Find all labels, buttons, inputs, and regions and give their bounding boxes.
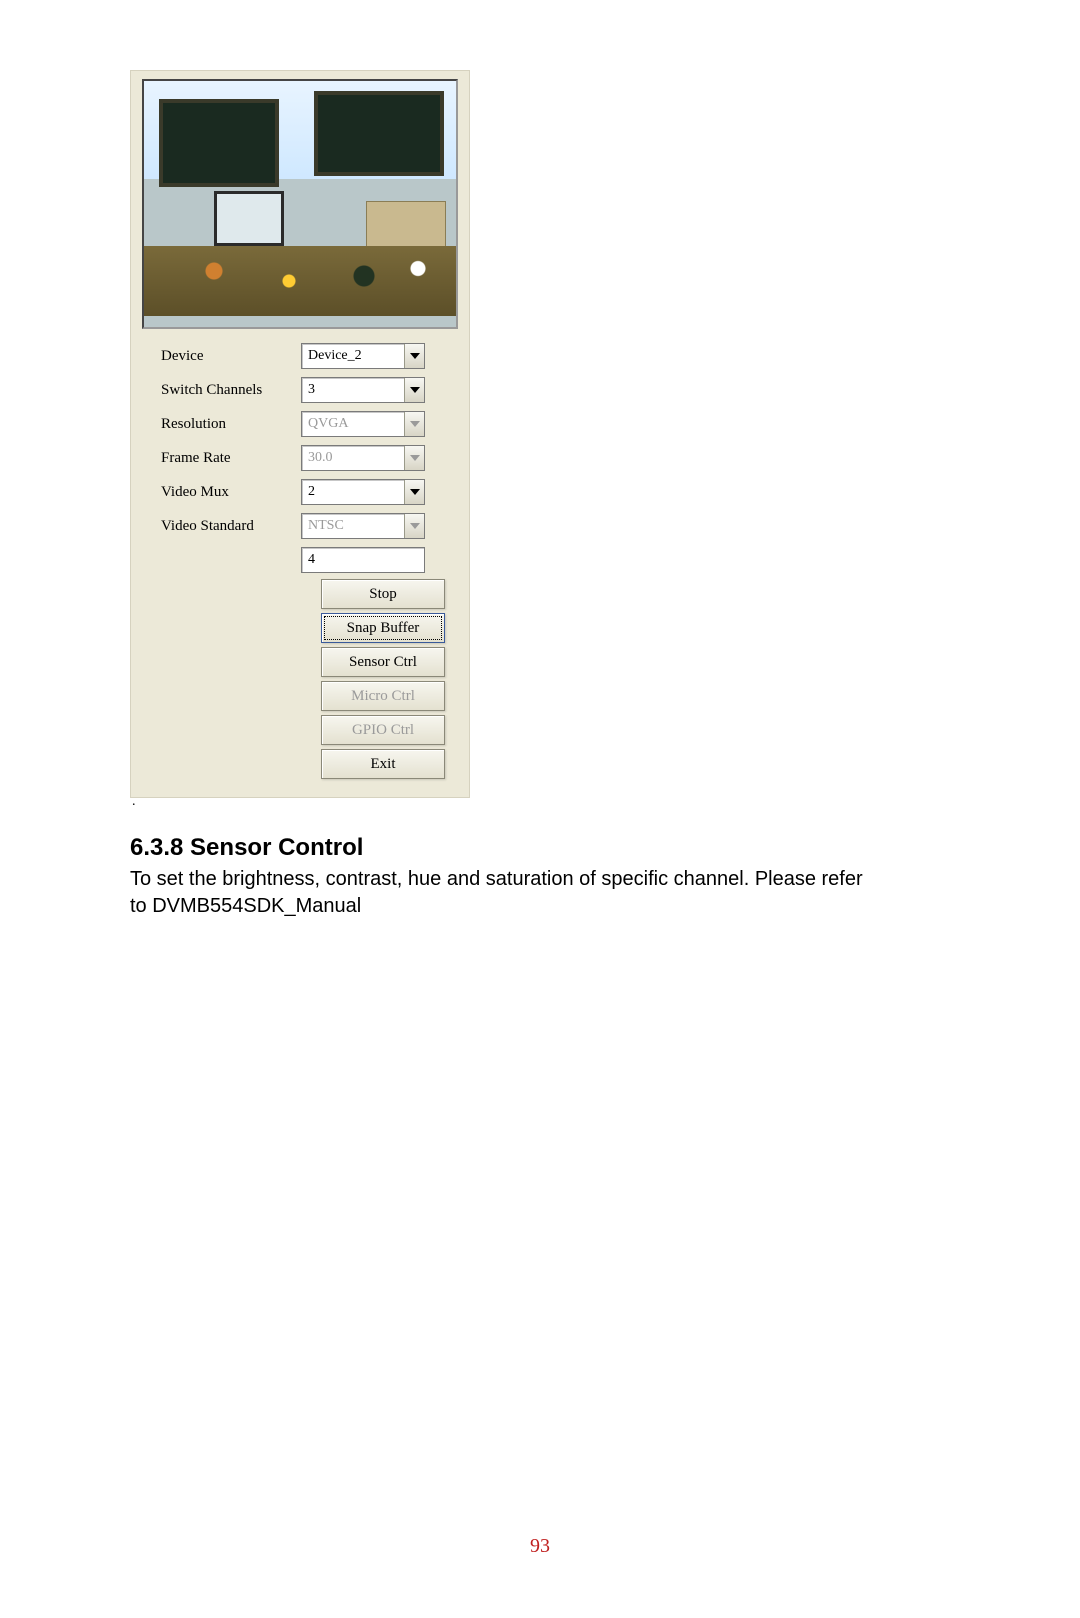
stop-button[interactable]: Stop xyxy=(321,579,445,609)
video-standard-select: NTSC xyxy=(301,513,425,539)
chevron-down-icon xyxy=(404,446,424,470)
frame-rate-label: Frame Rate xyxy=(141,450,301,467)
video-standard-label: Video Standard xyxy=(141,518,301,535)
resolution-label: Resolution xyxy=(141,416,301,433)
video-preview xyxy=(142,79,458,329)
switch-channels-select[interactable]: 3 xyxy=(301,377,425,403)
chevron-down-icon xyxy=(404,480,424,504)
page: Device Device_2 Switch Channels 3 xyxy=(0,0,1080,920)
snap-buffer-button[interactable]: Snap Buffer xyxy=(321,613,445,643)
frame-rate-select: 30.0 xyxy=(301,445,425,471)
chevron-down-icon xyxy=(404,344,424,368)
chevron-down-icon xyxy=(404,412,424,436)
video-mux-select[interactable]: 2 xyxy=(301,479,425,505)
chevron-down-icon xyxy=(404,378,424,402)
sensor-ctrl-button[interactable]: Sensor Ctrl xyxy=(321,647,445,677)
control-panel: Device Device_2 Switch Channels 3 xyxy=(130,70,470,798)
chevron-down-icon xyxy=(404,514,424,538)
device-select[interactable]: Device_2 xyxy=(301,343,425,369)
page-number: 93 xyxy=(0,1535,1080,1558)
resolution-select: QVGA xyxy=(301,411,425,437)
section-heading: 6.3.8 Sensor Control xyxy=(130,834,950,862)
video-mux-label: Video Mux xyxy=(141,484,301,501)
gpio-ctrl-button: GPIO Ctrl xyxy=(321,715,445,745)
section-body: To set the brightness, contrast, hue and… xyxy=(130,866,870,920)
micro-ctrl-button: Micro Ctrl xyxy=(321,681,445,711)
caption-dot: . xyxy=(132,794,950,810)
exit-button[interactable]: Exit xyxy=(321,749,445,779)
numeric-input[interactable]: 4 xyxy=(301,547,425,573)
settings-form: Device Device_2 Switch Channels 3 xyxy=(141,341,459,779)
switch-channels-label: Switch Channels xyxy=(141,382,301,399)
button-column: Stop Snap Buffer Sensor Ctrl Micro Ctrl … xyxy=(321,579,445,779)
device-label: Device xyxy=(141,348,301,365)
